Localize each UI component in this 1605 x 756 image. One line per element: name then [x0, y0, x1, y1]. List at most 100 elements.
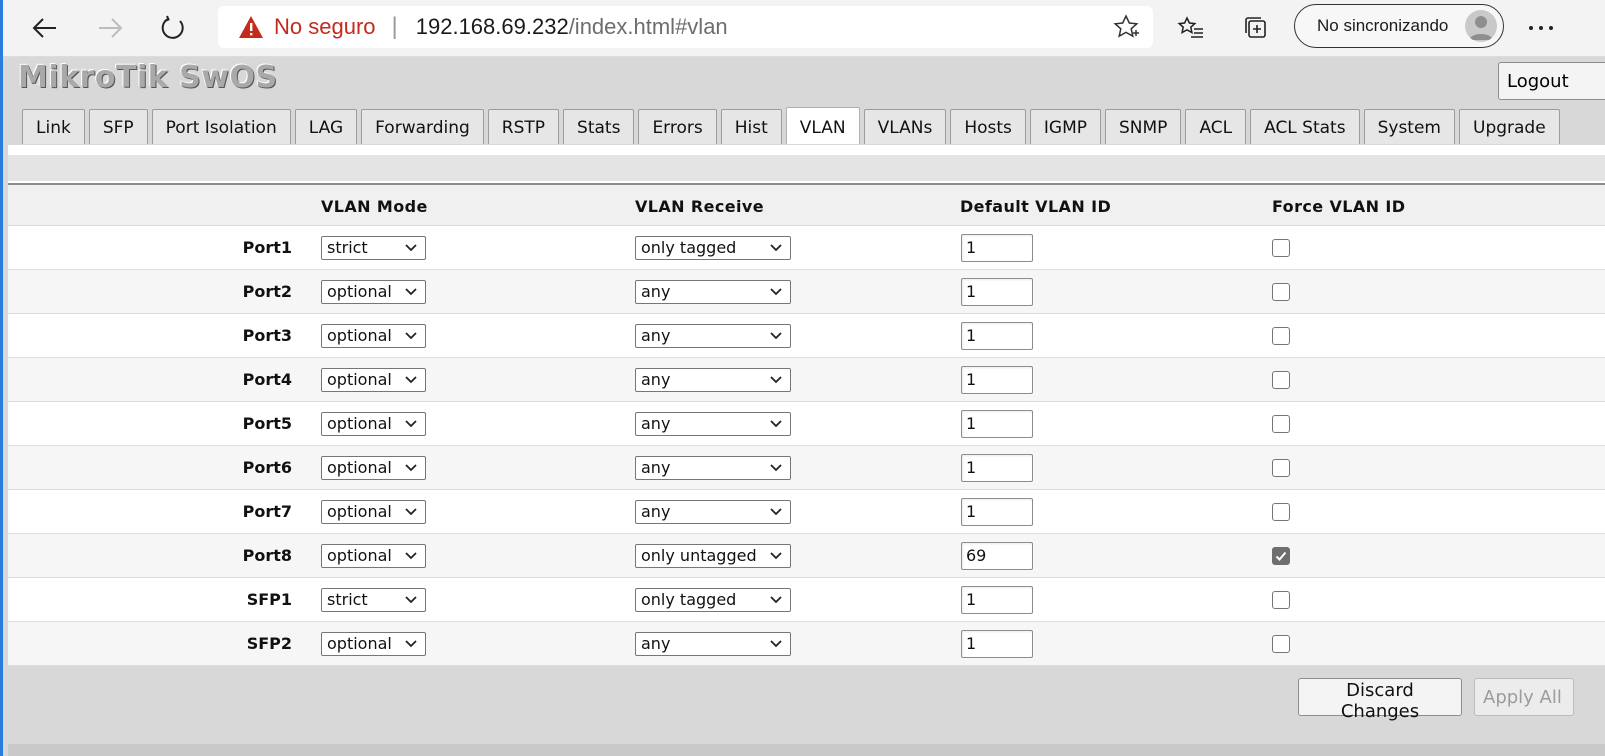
vlan-receive-value: any [641, 370, 671, 389]
chevron-down-icon [405, 288, 417, 296]
tab-link[interactable]: Link [22, 109, 85, 144]
tab-stats[interactable]: Stats [563, 109, 635, 144]
vlan-mode-select[interactable]: strict [321, 588, 426, 612]
tab-vlans[interactable]: VLANs [863, 109, 947, 144]
port-name: Port4 [242, 370, 292, 389]
app-title: MikroTik SwOS [18, 60, 278, 95]
vlan-receive-select[interactable]: any [635, 632, 791, 656]
vlan-receive-select[interactable]: any [635, 324, 791, 348]
vlan-receive-select[interactable]: any [635, 368, 791, 392]
refresh-button[interactable] [153, 8, 193, 48]
port-name: SFP2 [246, 634, 292, 653]
vlan-receive-select[interactable]: any [635, 412, 791, 436]
vlan-mode-select[interactable]: optional [321, 280, 426, 304]
address-separator: | [391, 13, 398, 40]
force-vlan-id-checkbox[interactable] [1272, 283, 1290, 301]
default-vlan-id-input[interactable]: 69 [961, 542, 1033, 570]
vlan-receive-select[interactable]: any [635, 500, 791, 524]
vlan-mode-value: optional [327, 282, 392, 301]
tab-rstp[interactable]: RSTP [487, 109, 560, 144]
vlan-mode-select[interactable]: strict [321, 236, 426, 260]
chevron-down-icon [770, 376, 782, 384]
chevron-down-icon [405, 508, 417, 516]
not-secure-label: No seguro [274, 14, 376, 39]
vlan-receive-value: only tagged [641, 590, 737, 609]
tab-sfp[interactable]: SFP [88, 109, 148, 144]
force-vlan-id-checkbox[interactable] [1272, 371, 1290, 389]
vlan-receive-value: any [641, 634, 671, 653]
vlan-receive-value: any [641, 326, 671, 345]
vlan-receive-select[interactable]: only untagged [635, 544, 791, 568]
default-vlan-id-input[interactable]: 1 [961, 586, 1033, 614]
vlan-receive-value: any [641, 502, 671, 521]
force-vlan-id-checkbox[interactable] [1272, 239, 1290, 257]
vlan-receive-select[interactable]: any [635, 456, 791, 480]
chevron-down-icon [405, 596, 417, 604]
more-menu-button[interactable] [1521, 8, 1561, 48]
default-vlan-id-input[interactable]: 1 [961, 410, 1033, 438]
favorite-star-icon[interactable] [1113, 14, 1139, 40]
vlan-mode-select[interactable]: optional [321, 456, 426, 480]
port-name: Port8 [242, 546, 292, 565]
tab-acl-stats[interactable]: ACL Stats [1250, 109, 1360, 144]
default-vlan-id-input[interactable]: 1 [961, 366, 1033, 394]
forward-arrow-icon [99, 18, 123, 38]
force-vlan-id-checkbox[interactable] [1272, 547, 1290, 565]
header-vlan-receive: VLAN Receive [635, 197, 764, 216]
back-button[interactable] [25, 8, 65, 48]
vlan-receive-select[interactable]: only tagged [635, 236, 791, 260]
force-vlan-id-checkbox[interactable] [1272, 635, 1290, 653]
profile-button[interactable]: No sincronizando [1294, 4, 1504, 48]
force-vlan-id-checkbox[interactable] [1272, 591, 1290, 609]
chevron-down-icon [770, 464, 782, 472]
force-vlan-id-checkbox[interactable] [1272, 415, 1290, 433]
tab-errors[interactable]: Errors [638, 109, 717, 144]
default-vlan-id-input[interactable]: 1 [961, 454, 1033, 482]
force-vlan-id-checkbox[interactable] [1272, 327, 1290, 345]
vlan-mode-value: optional [327, 370, 392, 389]
collections-button[interactable] [1236, 8, 1276, 48]
tab-system[interactable]: System [1363, 109, 1455, 144]
tab-upgrade[interactable]: Upgrade [1459, 109, 1560, 144]
favorites-button[interactable] [1171, 8, 1211, 48]
tab-vlan[interactable]: VLAN [785, 107, 860, 144]
tab-igmp[interactable]: IGMP [1029, 109, 1101, 144]
port-name: Port1 [242, 238, 292, 257]
vlan-mode-select[interactable]: optional [321, 500, 426, 524]
default-vlan-id-input[interactable]: 1 [961, 234, 1033, 262]
vlan-mode-value: optional [327, 546, 392, 565]
vlan-mode-select[interactable]: optional [321, 632, 426, 656]
warning-icon [239, 16, 263, 38]
force-vlan-id-checkbox[interactable] [1272, 503, 1290, 521]
default-vlan-id-input[interactable]: 1 [961, 278, 1033, 306]
collections-icon [1245, 17, 1266, 38]
tab-forwarding[interactable]: Forwarding [361, 109, 484, 144]
default-vlan-id-input[interactable]: 1 [961, 630, 1033, 658]
profile-label: No sincronizando [1317, 16, 1449, 35]
tab-hosts[interactable]: Hosts [950, 109, 1026, 144]
vlan-mode-select[interactable]: optional [321, 412, 426, 436]
discard-changes-button[interactable]: Discard Changes [1298, 678, 1462, 722]
vlan-mode-select[interactable]: optional [321, 324, 426, 348]
vlan-receive-select[interactable]: any [635, 280, 791, 304]
vlan-panel: VLAN Mode VLAN Receive Default VLAN ID F… [8, 145, 1605, 756]
vlan-mode-select[interactable]: optional [321, 368, 426, 392]
apply-all-button[interactable]: Apply All [1474, 678, 1574, 716]
table-row: Port6 optional any 1 [8, 446, 1605, 490]
port-name: Port6 [242, 458, 292, 477]
address-bar[interactable]: No seguro | 192.168.69.232/index.html#vl… [218, 6, 1153, 48]
tab-lag[interactable]: LAG [294, 109, 358, 144]
tab-hist[interactable]: Hist [720, 109, 782, 144]
vlan-receive-select[interactable]: only tagged [635, 588, 791, 612]
vlan-mode-select[interactable]: optional [321, 544, 426, 568]
default-vlan-id-input[interactable]: 1 [961, 498, 1033, 526]
tab-acl[interactable]: ACL [1185, 109, 1247, 144]
default-vlan-id-input[interactable]: 1 [961, 322, 1033, 350]
url-host: 192.168.69.232 [415, 14, 569, 39]
forward-button[interactable] [90, 8, 130, 48]
tab-snmp[interactable]: SNMP [1105, 109, 1182, 144]
logout-button[interactable]: Logout [1498, 62, 1605, 100]
table-row: Port2 optional any 1 [8, 270, 1605, 314]
tab-port-isolation[interactable]: Port Isolation [151, 109, 291, 144]
force-vlan-id-checkbox[interactable] [1272, 459, 1290, 477]
